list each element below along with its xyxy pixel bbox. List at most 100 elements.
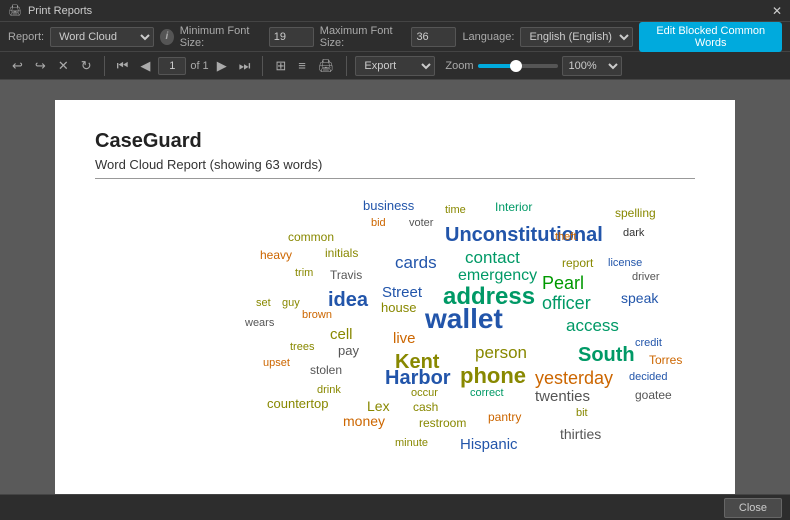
toolbar-row2: ↩ ↪ ✕ ↻ ⏮ ◀ of 1 ▶ ⏭ ⊞ ≡ 🖨 Export Zoom 1… (0, 52, 790, 80)
export-select[interactable]: Export (355, 56, 435, 76)
word-cloud-word: cash (413, 401, 438, 414)
word-cloud-word: set (256, 297, 271, 309)
last-page-button[interactable]: ⏭ (235, 56, 255, 76)
word-cloud-word: decided (629, 371, 668, 383)
title-bar-close-button[interactable]: ✕ (772, 4, 782, 18)
word-cloud-word: report (562, 257, 593, 270)
word-cloud-word: South (578, 344, 635, 366)
word-cloud-word: emergency (458, 267, 537, 285)
grid-view-button[interactable]: ⊞ (271, 56, 290, 76)
word-cloud-word: Travis (330, 269, 362, 282)
close-button[interactable]: Close (724, 498, 782, 518)
main-area: CaseGuard Word Cloud Report (showing 63 … (0, 80, 790, 494)
stop-button[interactable]: ✕ (54, 56, 73, 76)
word-cloud-word: guy (282, 297, 300, 309)
word-cloud-word: dark (623, 227, 644, 239)
word-cloud-word: countertop (267, 397, 328, 411)
word-cloud-word: yesterday (535, 369, 613, 389)
word-cloud-word: bit (576, 407, 588, 419)
word-cloud-word: cell (330, 327, 353, 344)
word-cloud-word: thirties (560, 427, 601, 442)
prev-page-button[interactable]: ◀ (136, 56, 154, 76)
word-cloud-word: business (363, 199, 414, 213)
first-page-button[interactable]: ⏮ (113, 56, 133, 76)
word-cloud-word: trees (290, 341, 314, 353)
min-font-label: Minimum Font Size: (180, 25, 263, 49)
word-cloud-word: initials (325, 247, 358, 260)
list-view-button[interactable]: ≡ (294, 56, 310, 75)
word-cloud-word: trim (295, 267, 313, 279)
word-cloud-word: spelling (615, 207, 656, 220)
word-cloud-word: speak (621, 291, 658, 306)
page-number-input[interactable] (158, 57, 186, 75)
word-cloud-word: occur (411, 387, 438, 399)
scroll-area[interactable]: CaseGuard Word Cloud Report (showing 63 … (0, 80, 790, 494)
language-label: Language: (462, 31, 514, 43)
word-cloud-word: pay (338, 344, 359, 358)
word-cloud-word: credit (635, 337, 662, 349)
word-cloud-word: theft (555, 231, 576, 243)
word-cloud-word: driver (632, 271, 660, 283)
forward-button[interactable]: ↪ (31, 56, 50, 76)
word-cloud-word: pantry (488, 411, 521, 424)
word-cloud-word: minute (395, 437, 428, 449)
back-button[interactable]: ↩ (8, 56, 27, 76)
page-of-label: of 1 (190, 60, 208, 72)
word-cloud-word: drink (317, 384, 341, 396)
word-cloud-word: Unconstitutional (445, 224, 603, 246)
word-cloud-word: bid (371, 217, 386, 229)
language-select[interactable]: English (English) (520, 27, 633, 47)
word-cloud-word: person (475, 344, 527, 363)
info-icon[interactable]: i (160, 29, 174, 45)
report-label: Report: (8, 31, 44, 43)
status-bar: Close (0, 494, 790, 520)
print-icon: 🖨 (8, 4, 22, 17)
word-cloud-word: phone (460, 364, 526, 388)
word-cloud-word: house (381, 301, 416, 315)
word-cloud-word: brown (302, 309, 332, 321)
edit-blocked-words-button[interactable]: Edit Blocked Common Words (639, 22, 782, 52)
word-cloud-word: wears (245, 317, 274, 329)
zoom-slider[interactable] (478, 64, 558, 68)
document-page: CaseGuard Word Cloud Report (showing 63 … (55, 100, 735, 494)
separator3 (346, 56, 347, 76)
word-cloud-word: stolen (310, 364, 342, 377)
zoom-percent-select[interactable]: 100% 75% 125% 150% (562, 56, 622, 76)
word-cloud-word: officer (542, 294, 591, 314)
word-cloud-word: wallet (425, 304, 503, 335)
word-cloud-word: Hispanic (460, 437, 518, 454)
word-cloud-word: license (608, 257, 642, 269)
word-cloud-word: cards (395, 254, 437, 273)
toolbar-row1: Report: Word Cloud i Minimum Font Size: … (0, 22, 790, 52)
min-font-input[interactable] (269, 27, 314, 47)
word-cloud-word: common (288, 231, 334, 244)
next-page-button[interactable]: ▶ (213, 56, 231, 76)
word-cloud-word: voter (409, 217, 433, 229)
word-cloud-word: money (343, 414, 385, 429)
word-cloud-word: contact (465, 249, 520, 268)
title-bar: 🖨 Print Reports ✕ (0, 0, 790, 22)
word-cloud-word: access (566, 317, 619, 336)
zoom-label: Zoom (445, 60, 473, 72)
word-cloud-word: heavy (260, 249, 292, 262)
refresh-button[interactable]: ↻ (77, 56, 96, 76)
word-cloud-word: time (445, 204, 466, 216)
doc-title: CaseGuard (95, 130, 695, 153)
word-cloud-word: restroom (419, 417, 466, 430)
word-cloud-word: live (393, 331, 416, 348)
separator1 (104, 56, 105, 76)
word-cloud-word: upset (263, 357, 290, 369)
max-font-input[interactable] (411, 27, 456, 47)
word-cloud: businesstimeInteriorbidvoterUnconstituti… (105, 189, 685, 469)
word-cloud-word: idea (328, 289, 368, 311)
word-cloud-word: Torres (649, 354, 682, 367)
report-select[interactable]: Word Cloud (50, 27, 154, 47)
word-cloud-word: twenties (535, 389, 590, 406)
doc-subtitle: Word Cloud Report (showing 63 words) (95, 157, 695, 179)
print-button[interactable]: 🖨 (314, 56, 339, 76)
separator2 (262, 56, 263, 76)
max-font-label: Maximum Font Size: (320, 25, 406, 49)
title-bar-text: Print Reports (28, 5, 772, 17)
word-cloud-word: goatee (635, 389, 672, 402)
word-cloud-word: Pearl (542, 274, 584, 294)
